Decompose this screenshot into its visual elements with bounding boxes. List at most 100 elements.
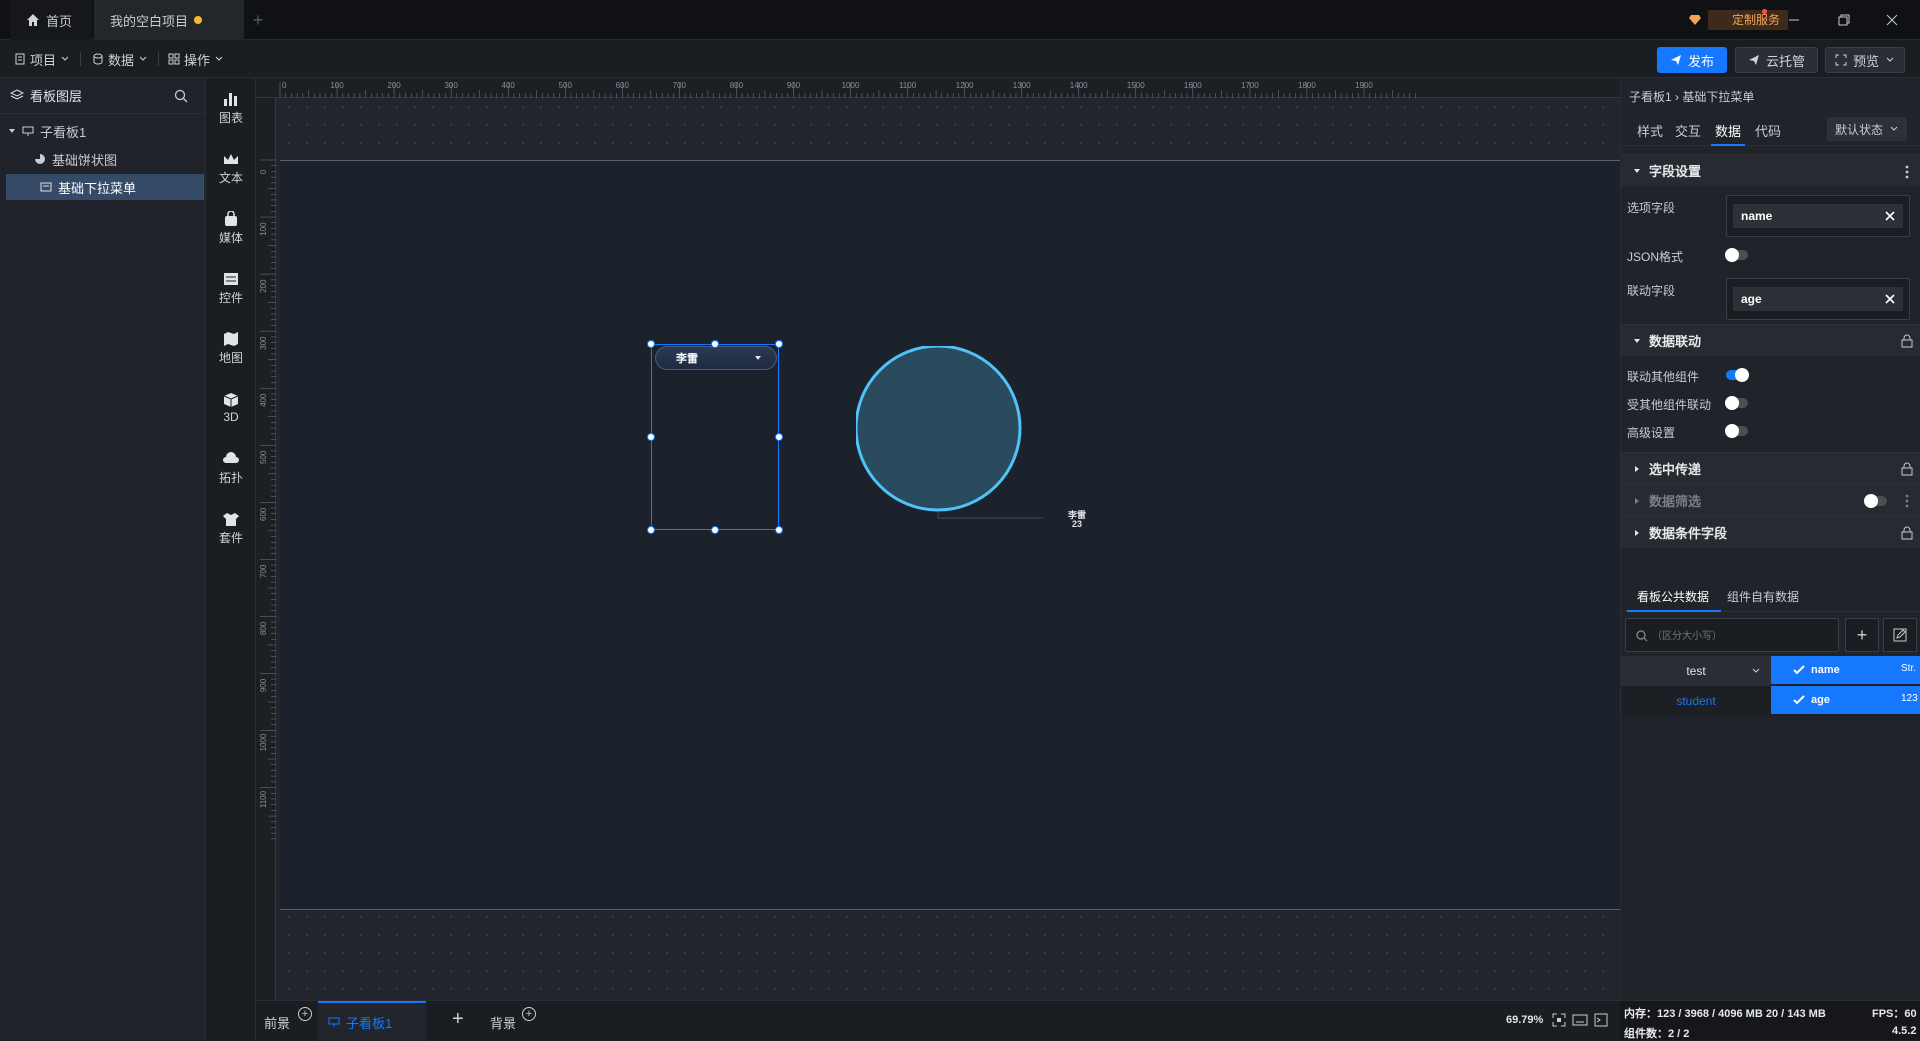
tab-public-data[interactable]: 看板公共数据 [1637,588,1709,605]
preview-button[interactable]: 预览 [1825,47,1905,73]
tab-background[interactable]: 背景 [490,1013,516,1032]
new-tab-icon[interactable]: + [248,10,268,30]
search-icon[interactable] [174,89,188,103]
caret-down-icon [755,356,761,360]
section-data-filter[interactable]: 数据筛选 [1621,484,1920,516]
tab-project-label: 我的空白项目 [110,13,189,29]
custom-service-button[interactable]: 定制服务 [1708,10,1789,30]
dataset-student[interactable]: student [1621,686,1771,716]
add-dataset-button[interactable]: + [1845,618,1879,652]
advanced-toggle[interactable] [1725,424,1748,438]
component-topology[interactable]: 拓扑 [206,444,256,492]
pie-label-value: 23 [1071,519,1082,529]
terminal-icon[interactable] [1594,1013,1608,1027]
more-vertical-icon[interactable] [1905,165,1909,179]
tab-foreground[interactable]: 前景 [264,1013,290,1032]
publish-button[interactable]: 发布 [1657,47,1727,73]
cloud-host-label: 云托管 [1765,53,1805,69]
dropdown-value: 李雷 [676,353,698,365]
add-background-icon[interactable]: + [522,1007,536,1021]
state-select[interactable]: 默认状态 [1827,117,1907,141]
resize-handle[interactable] [775,526,783,534]
pie-chart[interactable] [856,346,1076,546]
add-board-icon[interactable]: + [452,1009,464,1029]
tab-subboard[interactable]: 子看板1 [318,1001,426,1041]
fit-screen-icon[interactable] [1552,1013,1566,1027]
ruler-label: 1800 [1298,81,1316,90]
section-data-link[interactable]: 数据联动 [1621,324,1920,356]
link-other-label: 联动其他组件 [1627,370,1700,384]
resize-handle[interactable] [647,433,655,441]
cloud-host-button[interactable]: 云托管 [1735,47,1818,73]
resize-handle[interactable] [775,433,783,441]
dataset-test[interactable]: test [1621,656,1771,686]
more-vertical-icon[interactable] [1905,494,1909,508]
ruler-label: 700 [259,564,268,578]
linked-by-other-toggle[interactable] [1725,396,1748,410]
minimize-icon[interactable] [1782,8,1806,32]
component-kit[interactable]: 套件 [206,504,256,552]
tab-code[interactable]: 代码 [1755,121,1781,140]
section-field-settings[interactable]: 字段设置 [1621,154,1920,186]
data-filter-toggle[interactable] [1864,494,1887,508]
fullscreen-icon [1835,54,1847,66]
bar-chart-icon [224,92,237,106]
data-search-input[interactable] [1652,625,1832,647]
component-control[interactable]: 控件 [206,264,256,312]
data-search-box[interactable] [1625,618,1839,652]
lock-icon[interactable] [1901,526,1913,540]
caret-right-icon [1635,465,1639,472]
section-condition-field[interactable]: 数据条件字段 [1621,516,1920,548]
resize-handle[interactable] [711,526,719,534]
option-field-select[interactable]: name [1726,195,1910,237]
link-field-select[interactable]: age [1726,278,1910,320]
resize-handle[interactable] [647,526,655,534]
home-icon [27,14,39,26]
preview-label: 预览 [1852,53,1879,69]
menu-operation[interactable]: 操作 [168,48,224,70]
selection-box[interactable] [651,344,779,530]
section-selected-pass[interactable]: 选中传递 [1621,452,1920,484]
component-text[interactable]: 文本 [206,144,256,192]
keyboard-icon[interactable] [1572,1014,1588,1026]
menu-project[interactable]: 项目 [14,48,70,70]
tab-project[interactable]: 我的空白项目 [94,0,244,40]
resize-handle[interactable] [647,340,655,348]
chevron-down-icon [139,56,147,61]
component-3d[interactable]: 3D [206,384,256,432]
ruler-label: 1300 [1013,81,1031,90]
close-icon[interactable] [1885,211,1895,221]
canvas-area[interactable]: 0 100 200 300 400 500 600 700 800 900 1000 1100 1200… [256,78,1620,1000]
component-media[interactable]: 媒体 [206,204,256,252]
close-icon[interactable] [1880,8,1904,32]
resize-handle[interactable] [775,340,783,348]
zoom-level[interactable]: 69.79% [1506,1014,1543,1026]
menu-data[interactable]: 数据 [92,48,148,70]
tab-home[interactable]: 首页 [10,0,92,40]
field-type: Str. [1901,663,1917,674]
field-row-name[interactable]: name Str. [1771,656,1920,684]
grid-icon [168,53,180,65]
edit-dataset-button[interactable] [1883,618,1917,652]
layer-item-pie[interactable]: 基础饼状图 [0,146,206,172]
lock-icon[interactable] [1901,334,1913,348]
layer-item-subboard[interactable]: 子看板1 [0,118,206,144]
restore-icon[interactable] [1832,8,1856,32]
ruler-label: 400 [259,393,268,407]
json-format-toggle[interactable] [1725,248,1748,262]
layer-item-dropdown[interactable]: 基础下拉菜单 [6,174,204,200]
component-map[interactable]: 地图 [206,324,256,372]
lock-icon[interactable] [1901,462,1913,476]
section-title: 数据联动 [1649,334,1702,349]
add-foreground-icon[interactable]: + [298,1007,312,1021]
tab-style[interactable]: 样式 [1637,121,1663,140]
dropdown-menu[interactable]: 李雷 [655,346,777,370]
link-other-toggle[interactable] [1726,368,1749,382]
tab-own-data[interactable]: 组件自有数据 [1727,588,1799,605]
tab-data[interactable]: 数据 [1715,121,1741,140]
field-row-age[interactable]: age 123 [1771,686,1920,714]
close-icon[interactable] [1885,294,1895,304]
tab-interaction[interactable]: 交互 [1675,121,1701,140]
resize-handle[interactable] [711,340,719,348]
component-chart[interactable]: 图表 [206,84,256,132]
